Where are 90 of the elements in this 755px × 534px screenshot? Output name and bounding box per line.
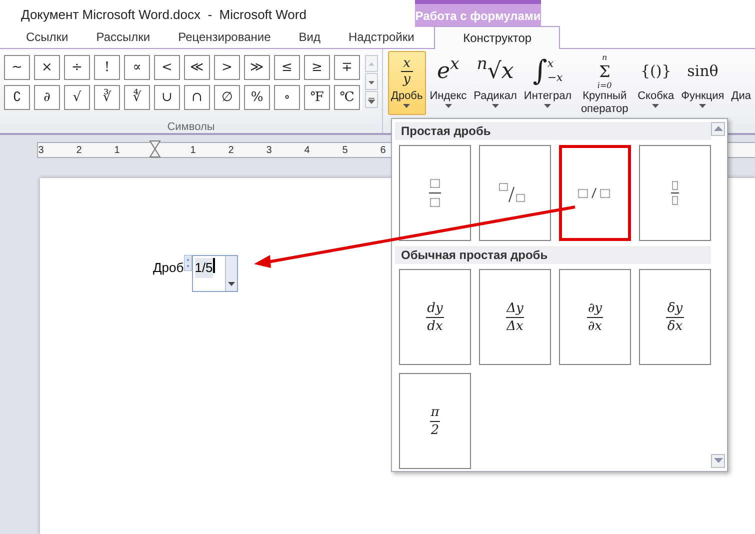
fraction-formula: π 2 <box>430 404 440 438</box>
equation-box[interactable]: 1/5 <box>192 255 238 292</box>
symbol-button[interactable]: ÷ <box>64 55 90 80</box>
structure-button[interactable]: n Σ i=0 Крупный оператор <box>576 51 634 115</box>
structure-button[interactable]: Диа <box>728 51 754 115</box>
ribbon-tab[interactable]: Конструктор <box>434 26 560 49</box>
fraction-option[interactable]: Δy Δx <box>479 269 551 365</box>
fraction-formula: Δy Δx <box>506 300 524 334</box>
group-label: Символы <box>167 121 215 133</box>
fraction-formula: dy dx <box>426 300 444 334</box>
ribbon-tab[interactable]: Вид <box>284 26 334 48</box>
structure-button[interactable]: x y Дробь <box>388 51 426 115</box>
ruler-number: 3 <box>266 144 272 158</box>
caret-icon <box>714 458 722 464</box>
scroll-up-button[interactable] <box>711 122 725 136</box>
fraction-formula: δy δx <box>666 300 684 334</box>
stacked-fraction-icon <box>429 179 441 207</box>
fraction-option[interactable] <box>559 145 631 241</box>
ribbon-tab[interactable]: Рассылки <box>82 26 164 48</box>
math-glyph: $^{n}$√x <box>476 54 514 86</box>
symbol-button[interactable]: ! <box>94 55 120 80</box>
fraction-option[interactable]: ∂y ∂x <box>559 269 631 365</box>
math-glyph: {()} <box>640 60 672 82</box>
structure-button[interactable]: $^{n}$√x Радикал <box>470 51 520 115</box>
symbol-button[interactable]: ∩ <box>184 85 210 110</box>
ruler-number: 1 <box>114 144 120 158</box>
symbol-button[interactable]: < <box>154 55 180 80</box>
fraction-option[interactable] <box>399 145 471 241</box>
document-text: Дроб <box>153 259 184 277</box>
symbol-button[interactable]: × <box>34 55 60 80</box>
symbol-button[interactable]: ∝ <box>124 55 150 80</box>
section-header: Обычная простая дробь <box>395 246 711 264</box>
ruler-number: 5 <box>342 144 348 158</box>
equation-text: 1/5 <box>194 258 213 278</box>
section-header: Простая дробь <box>395 122 711 140</box>
caret-icon <box>403 103 410 109</box>
ruler-number: 1 <box>190 144 196 158</box>
symbol-button[interactable]: % <box>244 85 270 110</box>
symbol-button[interactable]: ≥ <box>304 55 330 80</box>
symbol-button[interactable]: ∼ <box>4 55 30 80</box>
symbol-button[interactable]: ∜ <box>124 85 150 110</box>
fraction-option[interactable]: δy δx <box>639 269 711 365</box>
small-fraction-icon <box>671 181 679 205</box>
fraction-option[interactable]: π 2 <box>399 373 471 469</box>
caret-icon <box>444 103 452 109</box>
scroll-down-button[interactable] <box>711 454 725 468</box>
more-button[interactable] <box>365 91 378 108</box>
structure-button[interactable]: sinθ Функция <box>678 51 728 115</box>
caret-icon <box>492 103 499 109</box>
symbol-button[interactable]: ∂ <box>34 85 60 110</box>
linear-fraction-icon <box>578 187 612 199</box>
caret-icon <box>699 103 706 109</box>
scroll-down-button[interactable] <box>365 73 378 90</box>
equation-handle-icon <box>184 255 192 271</box>
caret-icon <box>652 103 660 109</box>
caret-icon <box>714 126 722 132</box>
ruler-number: 2 <box>228 144 234 158</box>
symbol-button[interactable]: ℃ <box>334 85 360 110</box>
math-glyph: e$^{x}$ <box>437 54 460 86</box>
symbol-button[interactable]: ≪ <box>184 55 210 80</box>
symbol-button[interactable]: √ <box>64 85 90 110</box>
ribbon-tab[interactable]: Рецензирование <box>164 26 285 48</box>
symbol-button[interactable]: ≫ <box>244 55 270 80</box>
caret-icon <box>544 103 552 109</box>
ribbon-tab[interactable]: Надстройки <box>334 26 428 48</box>
symbol-button[interactable]: > <box>214 55 240 80</box>
symbol-button[interactable]: ∓ <box>334 55 360 80</box>
ruler-number: 4 <box>304 144 310 158</box>
ruler-number: 2 <box>76 144 82 158</box>
caret-icon <box>228 282 235 287</box>
symbol-button[interactable]: ∪ <box>154 85 180 110</box>
symbol-button[interactable]: ∁ <box>4 85 30 110</box>
math-glyph: sinθ <box>687 60 718 82</box>
ruler-number: 3 <box>38 144 44 158</box>
fraction-option[interactable] <box>639 145 711 241</box>
ruler-number: 6 <box>380 144 386 158</box>
fraction-option[interactable] <box>479 145 551 241</box>
context-tab-header: Работа с формулами <box>415 0 541 27</box>
sum-icon: n Σ i=0 <box>597 52 612 90</box>
symbol-button[interactable]: ∅ <box>214 85 240 110</box>
fraction-formula: ∂y ∂x <box>586 300 604 334</box>
structure-button[interactable]: e$^{x}$ Индекс <box>426 51 470 115</box>
structure-button[interactable]: {()} Скобка <box>634 51 678 115</box>
symbol-button[interactable]: ℉ <box>304 85 330 110</box>
symbol-button[interactable]: ∘ <box>274 85 300 110</box>
window-title: Документ Microsoft Word.docx - Microsoft Word <box>21 7 306 22</box>
fraction-option[interactable]: dy dx <box>399 269 471 365</box>
symbol-button[interactable]: ≤ <box>274 55 300 80</box>
symbol-button[interactable]: ∛ <box>94 85 120 110</box>
ribbon-tab[interactable]: Ссылки <box>12 26 82 48</box>
